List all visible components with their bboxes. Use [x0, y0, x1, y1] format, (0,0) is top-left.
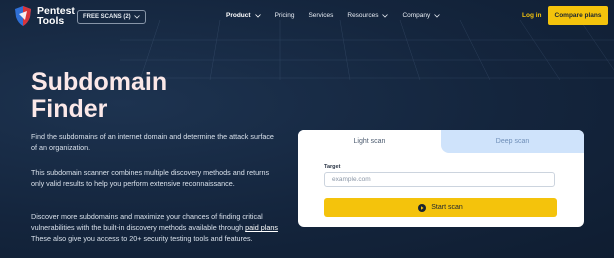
target-label: Target [324, 164, 341, 170]
chevron-down-icon [133, 15, 140, 19]
chevron-down-icon [382, 14, 389, 18]
login-link[interactable]: Log in [522, 10, 542, 22]
nav-item-pricing[interactable]: Pricing [275, 10, 295, 22]
paid-plans-text-after: These also give you access to 20+ securi… [31, 234, 253, 243]
paid-plans-text-before: Discover more subdomains and maximize yo… [31, 212, 263, 232]
scan-card: Light scan Deep scan Target Start scan [298, 130, 584, 227]
chevron-down-icon [434, 14, 441, 18]
shield-logo-icon [15, 6, 31, 26]
nav-item-label: Pricing [274, 12, 295, 19]
nav-item-company[interactable]: Company [402, 10, 441, 22]
paid-plans-paragraph: Discover more subdomains and maximize yo… [31, 211, 279, 244]
chevron-down-icon [254, 14, 261, 18]
nav-item-label: Resources [347, 12, 379, 19]
free-scans-label: FREE SCANS (2) [83, 14, 131, 20]
brand-name-line2: Tools [37, 15, 65, 27]
free-scans-dropdown[interactable]: FREE SCANS (2) [77, 10, 146, 24]
page-title: Subdomain Finder [31, 69, 271, 123]
scan-type-tabs: Light scan Deep scan [298, 130, 584, 153]
play-circle-icon [418, 203, 427, 212]
target-input[interactable] [324, 172, 555, 187]
nav-item-resources[interactable]: Resources [347, 10, 389, 22]
intro-paragraph: Find the subdomains of an internet domai… [31, 132, 274, 152]
start-scan-label: Start scan [431, 204, 463, 211]
brand-logo[interactable]: Pentest Tools [14, 5, 75, 27]
nav-item-services[interactable]: Services [308, 10, 333, 22]
page-title-line2: Finder [31, 95, 108, 123]
nav-item-label: Services [308, 12, 334, 19]
compare-plans-button[interactable]: Compare plans [548, 6, 608, 25]
top-navigation-bar: Pentest Tools FREE SCANS (2) Product Pri… [0, 0, 614, 34]
start-scan-button[interactable]: Start scan [324, 198, 557, 217]
nav-item-label: Product [226, 12, 251, 19]
tab-light-scan[interactable]: Light scan [298, 130, 441, 153]
nav-item-label: Company [402, 12, 431, 19]
scanner-description-paragraph: This subdomain scanner combines multiple… [31, 168, 270, 188]
nav-item-product[interactable]: Product [226, 10, 261, 22]
page-title-line1: Subdomain [31, 68, 168, 96]
paid-plans-link[interactable]: paid plans [245, 223, 278, 232]
main-nav: Product Pricing Services Resources Compa… [226, 10, 454, 22]
tab-deep-scan[interactable]: Deep scan [441, 130, 584, 153]
brand-name: Pentest Tools [37, 6, 75, 27]
